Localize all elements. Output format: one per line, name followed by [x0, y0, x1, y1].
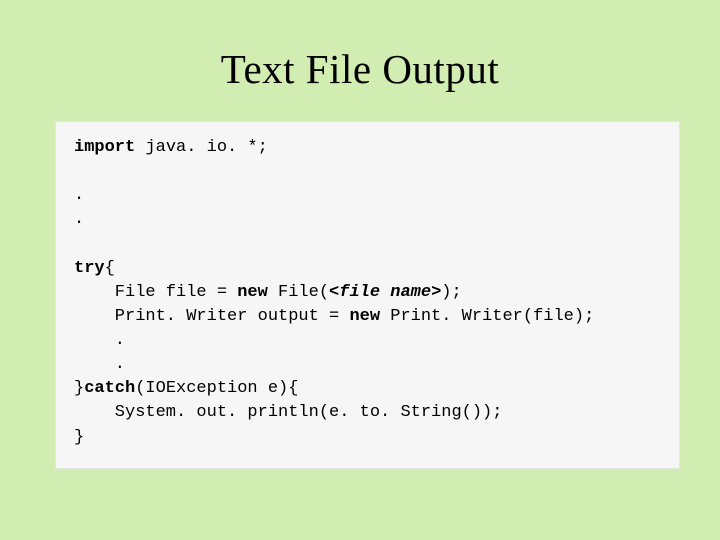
ellipsis-dot: .: [74, 210, 84, 229]
code-line: Print. Writer output = new Print. Writer…: [74, 307, 594, 326]
ellipsis-dot: .: [74, 331, 125, 350]
code-text: Print. Writer(file);: [380, 307, 594, 326]
ellipsis-dot: .: [74, 186, 84, 205]
code-text: );: [441, 283, 461, 302]
code-text: java. io. *;: [135, 138, 268, 157]
code-text: Print. Writer output =: [115, 307, 350, 326]
kw-new: new: [237, 283, 268, 302]
code-line: File file = new File(<file name>);: [74, 283, 462, 302]
kw-new: new: [349, 307, 380, 326]
kw-import: import: [74, 138, 135, 157]
slide-title: Text File Output: [0, 0, 720, 121]
kw-catch: catch: [84, 379, 135, 398]
code-block: import java. io. *; . . try{ File file =…: [55, 121, 680, 469]
kw-try: try: [74, 259, 105, 278]
code-text: File file =: [115, 283, 237, 302]
code-line: System. out. println(e. to. String());: [74, 403, 502, 422]
ellipsis-dot: .: [74, 355, 125, 374]
code-text: (IOException e){: [135, 379, 298, 398]
code-text: {: [105, 259, 115, 278]
code-text: }: [74, 428, 84, 447]
code-text: File(: [268, 283, 329, 302]
code-italic: <file name>: [329, 283, 441, 302]
code-text: }: [74, 379, 84, 398]
